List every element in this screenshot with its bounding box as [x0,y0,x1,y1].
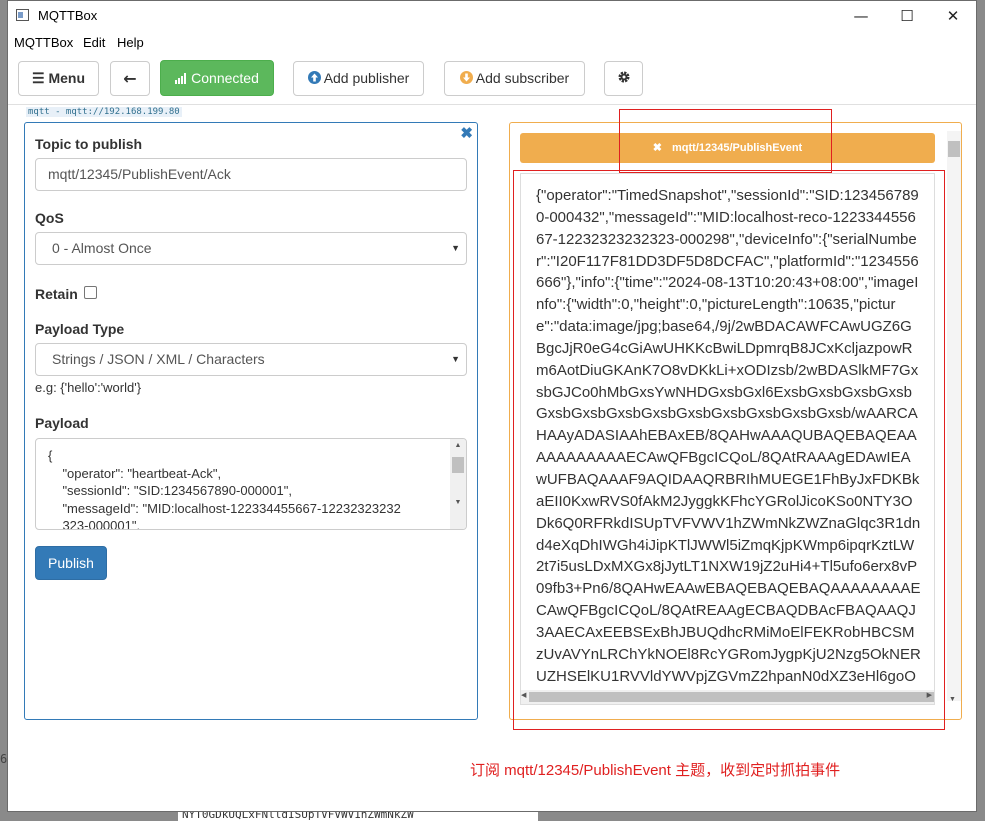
topic-input[interactable]: mqtt/12345/PublishEvent/Ack [35,158,467,191]
annotation-caption: 订阅 mqtt/12345/PublishEvent 主题，收到定时抓拍事件 [470,762,841,779]
arrow-down-circle-icon [459,63,473,96]
scroll-down-icon[interactable]: ▼ [450,499,466,506]
payload-text: { "operator": "heartbeat-Ack", "sessionI… [48,448,401,530]
toolbar: ☰ Menu ← Connected Add publisher Add sub… [8,54,976,105]
subscriber-vertical-scrollbar[interactable]: ▼ [947,131,961,703]
payload-type-select[interactable]: Strings / JSON / XML / Characters ▼ [35,343,467,376]
caret-down-icon: ▼ [451,243,460,253]
app-window: MQTTBox — ☐ ✕ MQTTBox Edit Help ☰ Menu ←… [7,0,977,812]
signal-bars-icon [175,62,187,96]
scroll-up-icon[interactable]: ▲ [450,442,466,449]
title-bar: MQTTBox — ☐ ✕ [8,1,976,32]
broker-connection-label: mqtt - mqtt://192.168.199.80 [26,107,182,117]
payload-type-value: Strings / JSON / XML / Characters [52,351,265,367]
payload-label: Payload [35,415,89,431]
topic-label: Topic to publish [35,136,143,152]
qos-select[interactable]: 0 - Almost Once ▼ [35,232,467,265]
menu-edit[interactable]: Edit [83,35,105,50]
close-publisher-icon[interactable]: ✖ [460,124,473,142]
publish-button[interactable]: Publish [35,546,107,580]
menu-bar: MQTTBox Edit Help [8,32,976,54]
hamburger-icon: ☰ [31,70,49,86]
payload-scroll-thumb[interactable] [452,457,464,473]
qos-label: QoS [35,210,64,226]
settings-button[interactable] [604,61,643,96]
publisher-panel: ✖ Topic to publish mqtt/12345/PublishEve… [24,122,478,720]
minimize-button[interactable]: — [838,1,884,32]
maximize-button[interactable]: ☐ [884,1,930,32]
window-title: MQTTBox [38,8,98,23]
add-subscriber-button[interactable]: Add subscriber [444,61,585,96]
gear-icon [617,63,631,96]
vertical-scroll-thumb[interactable] [948,141,960,157]
background-strip: NYT0GDkUQLxFNlldISUpTVFVWV1hZWmNkZW [178,812,538,821]
qos-value: 0 - Almost Once [52,240,152,256]
menu-button[interactable]: ☰ Menu [18,61,99,96]
arrow-up-circle-icon [307,63,321,96]
scroll-down-icon[interactable]: ▼ [949,696,956,703]
background-strip-text: NYT0GDkUQLxFNlldISUpTVFVWV1hZWmNkZW [182,812,414,821]
app-icon [16,9,29,21]
arrow-left-icon: ← [123,69,137,88]
add-publisher-label: Add publisher [323,70,410,86]
payload-hint: e.g: {'hello':'world'} [35,380,142,395]
retain-label: Retain [35,286,78,302]
retain-checkbox[interactable] [84,286,97,299]
payload-scrollbar[interactable]: ▲ ▼ [450,439,466,529]
add-subscriber-label: Add subscriber [475,70,570,86]
menu-help[interactable]: Help [117,35,144,50]
menu-mqttbox[interactable]: MQTTBox [14,35,73,50]
caret-down-icon: ▼ [451,354,460,364]
menu-button-label: Menu [48,70,85,86]
close-window-button[interactable]: ✕ [930,1,976,32]
annotation-message-highlight [513,170,945,730]
payload-textarea[interactable]: { "operator": "heartbeat-Ack", "sessionI… [35,438,467,530]
add-publisher-button[interactable]: Add publisher [293,61,424,96]
annotation-topic-highlight [619,109,832,173]
payload-type-label: Payload Type [35,321,125,337]
back-button[interactable]: ← [110,61,150,96]
connected-label: Connected [191,70,259,86]
connected-button[interactable]: Connected [160,60,274,96]
